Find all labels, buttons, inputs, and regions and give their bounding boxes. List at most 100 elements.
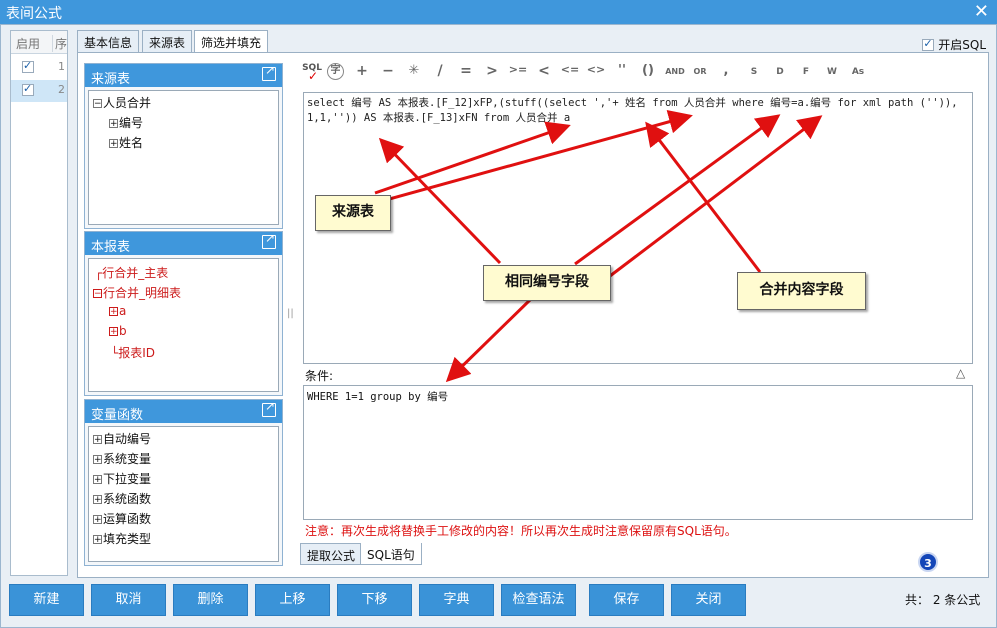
comma-button[interactable]: , [716, 63, 736, 83]
condition-text[interactable]: WHERE 1=1 group by 编号 [307, 389, 448, 404]
expand-node-icon[interactable]: + [109, 139, 118, 149]
tree-node[interactable]: +a [109, 304, 126, 318]
greater-equal-button[interactable]: >= [508, 63, 528, 83]
panel-header: 来源表 [85, 63, 282, 87]
condition-label: 条件: [305, 369, 334, 383]
collapse-triangle-icon[interactable]: △ [956, 366, 965, 380]
dictionary-button[interactable]: 字典 [419, 584, 494, 616]
tree-node[interactable]: +系统函数 [93, 490, 151, 507]
panel-header: 变量函数 [85, 399, 282, 423]
as-button[interactable]: As [848, 63, 868, 83]
expand-node-icon[interactable]: + [109, 119, 118, 129]
panel-title: 来源表 [91, 72, 131, 87]
callout-merge-content-field: 合并内容字段 [737, 272, 866, 310]
sql-text[interactable]: select 编号 AS 本报表.[F_12]xFP,(stuff((selec… [307, 96, 967, 126]
multiply-button[interactable]: ✳ [404, 63, 424, 83]
tree-node[interactable]: +自动编号 [93, 430, 151, 447]
or-button[interactable]: OR [690, 63, 710, 83]
check-syntax-button[interactable]: 检查语法 [501, 584, 576, 616]
report-panel: 本报表 ┌行合并_主表 −行合并_明细表 +a +b └报表ID [84, 231, 283, 396]
and-button[interactable]: AND [662, 63, 688, 83]
cancel-button[interactable]: 取消 [91, 584, 166, 616]
expand-node-icon[interactable]: + [93, 435, 102, 445]
open-sql-checkbox[interactable] [922, 37, 935, 51]
formula-list: 启用 序 1 2 [10, 30, 68, 576]
expand-node-icon[interactable]: + [93, 455, 102, 465]
warning-text: 注意：再次生成将替换手工修改的内容！所以再次生成时注意保留原有SQL语句。 [305, 524, 737, 538]
tab-filter-fill[interactable]: 筛选并填充 [194, 30, 269, 54]
minus-button[interactable]: − [378, 63, 398, 83]
notification-badge[interactable]: 3 [918, 552, 938, 572]
tree-node[interactable]: ┌行合并_主表 [95, 264, 168, 281]
table-row[interactable]: 1 [11, 57, 67, 79]
delete-button[interactable]: 删除 [173, 584, 248, 616]
sql-check-icon[interactable]: SQL ✓ [302, 63, 322, 83]
close-button[interactable]: 关闭 [671, 584, 746, 616]
tab-basic-info[interactable]: 基本信息 [77, 30, 140, 52]
expand-icon[interactable] [262, 399, 276, 417]
tree-node[interactable]: +下拉变量 [93, 470, 151, 487]
formula-list-header: 启用 序 [11, 31, 67, 54]
title-bar: 表间公式 ✕ [0, 0, 997, 24]
condition-editor[interactable]: WHERE 1=1 group by 编号 [303, 385, 973, 520]
tree-node[interactable]: +编号 [109, 114, 143, 131]
w-button[interactable]: W [822, 63, 842, 83]
s-button[interactable]: S [744, 63, 764, 83]
dictionary-icon[interactable]: 字 [327, 63, 344, 80]
expand-node-icon[interactable]: + [93, 495, 102, 505]
less-equal-button[interactable]: <= [560, 63, 580, 83]
row-seq: 2 [58, 83, 65, 96]
not-equal-button[interactable]: <> [586, 63, 606, 83]
panel-splitter[interactable]: || [287, 308, 294, 319]
expand-node-icon[interactable]: + [109, 327, 118, 337]
tree-node[interactable]: −行合并_明细表 [93, 284, 181, 301]
tab-source-table[interactable]: 来源表 [142, 30, 193, 52]
greater-button[interactable]: > [482, 63, 502, 83]
tree-node[interactable]: −人员合并 [93, 94, 151, 111]
panel-header: 本报表 [85, 231, 282, 255]
sql-editor[interactable]: select 编号 AS 本报表.[F_12]xFP,(stuff((selec… [303, 92, 973, 364]
panel-title: 变量函数 [91, 408, 144, 423]
tree-node[interactable]: └报表ID [111, 344, 155, 361]
divide-button[interactable]: / [430, 63, 450, 83]
tab-extract-formula[interactable]: 提取公式 [300, 543, 363, 565]
tree-node[interactable]: +姓名 [109, 134, 143, 151]
window-title: 表间公式 [6, 6, 62, 22]
move-down-button[interactable]: 下移 [337, 584, 412, 616]
plus-button[interactable]: + [352, 63, 372, 83]
callout-source-table: 来源表 [315, 195, 391, 231]
collapse-icon[interactable]: − [93, 289, 102, 299]
d-button[interactable]: D [770, 63, 790, 83]
equals-button[interactable]: = [456, 63, 476, 83]
f-button[interactable]: F [796, 63, 816, 83]
expand-icon[interactable] [262, 231, 276, 249]
expand-icon[interactable] [262, 63, 276, 81]
tree-node[interactable]: +运算函数 [93, 510, 151, 527]
expand-node-icon[interactable]: + [93, 475, 102, 485]
expand-node-icon[interactable]: + [93, 515, 102, 525]
formula-count: 共： 2 条公式 [905, 593, 981, 607]
table-row[interactable]: 2 [11, 80, 67, 102]
enabled-checkbox[interactable] [22, 59, 34, 73]
tree-node[interactable]: +系统变量 [93, 450, 151, 467]
less-button[interactable]: < [534, 63, 554, 83]
collapse-icon[interactable]: − [93, 99, 102, 109]
tree-node[interactable]: +填充类型 [93, 530, 151, 547]
report-tree: ┌行合并_主表 −行合并_明细表 +a +b └报表ID [88, 258, 279, 392]
close-icon[interactable]: ✕ [974, 1, 989, 22]
enabled-checkbox[interactable] [22, 82, 34, 96]
move-up-button[interactable]: 上移 [255, 584, 330, 616]
parentheses-button[interactable]: () [638, 63, 658, 83]
open-sql-label: 开启SQL [938, 38, 986, 52]
expand-node-icon[interactable]: + [93, 535, 102, 545]
callout-same-id-field: 相同编号字段 [483, 265, 611, 301]
row-seq: 1 [58, 60, 65, 73]
open-sql-toggle[interactable]: 开启SQL [922, 36, 986, 53]
tree-node[interactable]: +b [109, 324, 127, 338]
tab-sql-statement[interactable]: SQL语句 [360, 543, 422, 565]
expand-node-icon[interactable]: + [109, 307, 118, 317]
new-button[interactable]: 新建 [9, 584, 84, 616]
save-button[interactable]: 保存 [589, 584, 664, 616]
quotes-button[interactable]: '' [612, 63, 632, 83]
variable-tree: +自动编号 +系统变量 +下拉变量 +系统函数 +运算函数 +填充类型 [88, 426, 279, 562]
